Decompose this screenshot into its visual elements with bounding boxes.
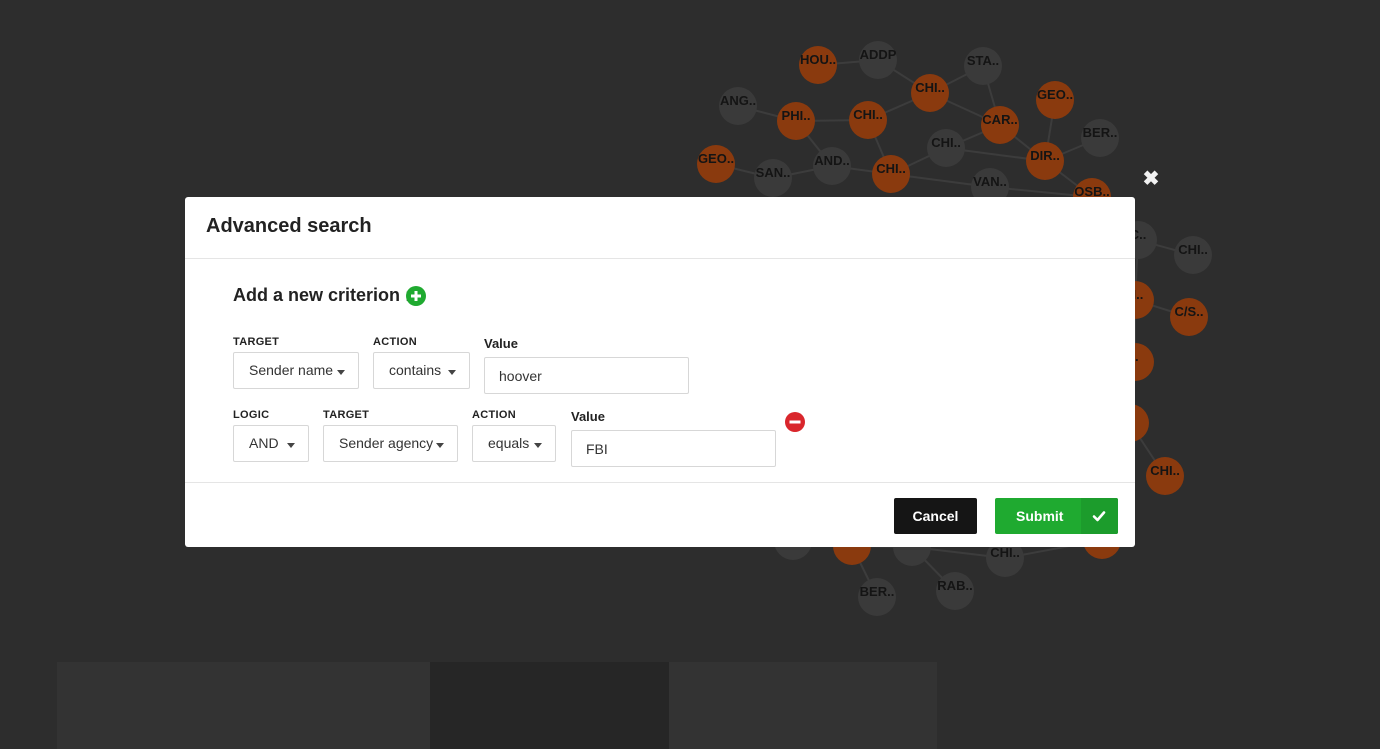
graph-node-label: STA.. (967, 53, 999, 68)
modal-header: Advanced search (185, 197, 1135, 259)
caret-down-icon (337, 370, 345, 375)
graph-node-label: RAB.. (937, 578, 972, 593)
graph-node-label: CHI.. (876, 161, 906, 176)
row1-value-label: Value (484, 336, 518, 351)
close-icon[interactable]: ✖ (1141, 169, 1161, 189)
checkmark-icon (1092, 511, 1106, 522)
advanced-search-modal: Advanced search Add a new criterion : TA… (185, 197, 1135, 547)
cancel-button[interactable]: Cancel (894, 498, 977, 534)
row1-value-input[interactable] (484, 357, 689, 394)
row1-action-label: ACTION (373, 336, 417, 348)
graph-node-label: CHI.. (1178, 242, 1208, 257)
row2-target-value: Sender agency (339, 435, 434, 451)
submit-label: Submit (1016, 508, 1064, 524)
row2-logic-value: AND (249, 435, 279, 451)
graph-node-label: VAN.. (973, 174, 1007, 189)
graph-node-label: ADDP (860, 47, 897, 62)
graph-node-label: CHI.. (915, 80, 945, 95)
row2-value-input[interactable] (571, 430, 776, 467)
row2-action-label: ACTION (472, 409, 516, 421)
background-panel-middle (430, 662, 669, 749)
graph-node-label: HOU.. (800, 52, 836, 67)
background-panel-right (669, 662, 937, 749)
caret-down-icon (448, 370, 456, 375)
caret-down-icon (534, 443, 542, 448)
graph-node-label: SAN.. (756, 165, 791, 180)
modal-footer: Cancel Submit (185, 482, 1135, 547)
row2-logic-select[interactable]: AND (233, 425, 309, 462)
row1-action-value: contains (389, 362, 442, 378)
submit-button[interactable]: Submit (995, 498, 1118, 534)
modal-title: Advanced search (206, 215, 372, 237)
remove-criterion-minus-icon[interactable] (785, 412, 805, 432)
caret-down-icon (287, 443, 295, 448)
row2-target-label: TARGET (323, 409, 370, 421)
graph-node-label: DIR.. (1030, 148, 1060, 163)
graph-node-label: CHI.. (853, 107, 883, 122)
graph-node-label: CHI.. (931, 135, 961, 150)
submit-check-area (1081, 498, 1118, 534)
row2-value-label: Value (571, 409, 605, 424)
graph-node-label: AND.. (814, 153, 849, 168)
graph-node-label: CAR.. (982, 112, 1017, 127)
row1-action-select[interactable]: contains (373, 352, 470, 389)
add-criterion-label: Add a new criterion : (233, 285, 412, 305)
row2-target-select[interactable]: Sender agency (323, 425, 458, 462)
row2-action-value: equals (488, 435, 530, 451)
graph-node-label: C/S.. (1175, 304, 1204, 319)
row1-target-select[interactable]: Sender name (233, 352, 359, 389)
graph-node-label: CHI.. (990, 545, 1020, 560)
caret-down-icon (436, 443, 444, 448)
graph-node-label: GEO.. (1037, 87, 1073, 102)
row2-action-select[interactable]: equals (472, 425, 556, 462)
graph-node-label: BER.. (1083, 125, 1118, 140)
add-criterion-plus-icon[interactable] (406, 286, 426, 306)
graph-node-label: ANG.. (720, 93, 756, 108)
graph-node-label: CHI.. (1150, 463, 1180, 478)
graph-node-label: BER.. (860, 584, 895, 599)
background-panel-left (57, 662, 430, 749)
graph-node-label: GEO.. (698, 151, 734, 166)
row2-logic-label: LOGIC (233, 409, 270, 421)
graph-node-label: PHI.. (782, 108, 811, 123)
row1-target-value: Sender name (249, 362, 334, 378)
row1-target-label: TARGET (233, 336, 280, 348)
